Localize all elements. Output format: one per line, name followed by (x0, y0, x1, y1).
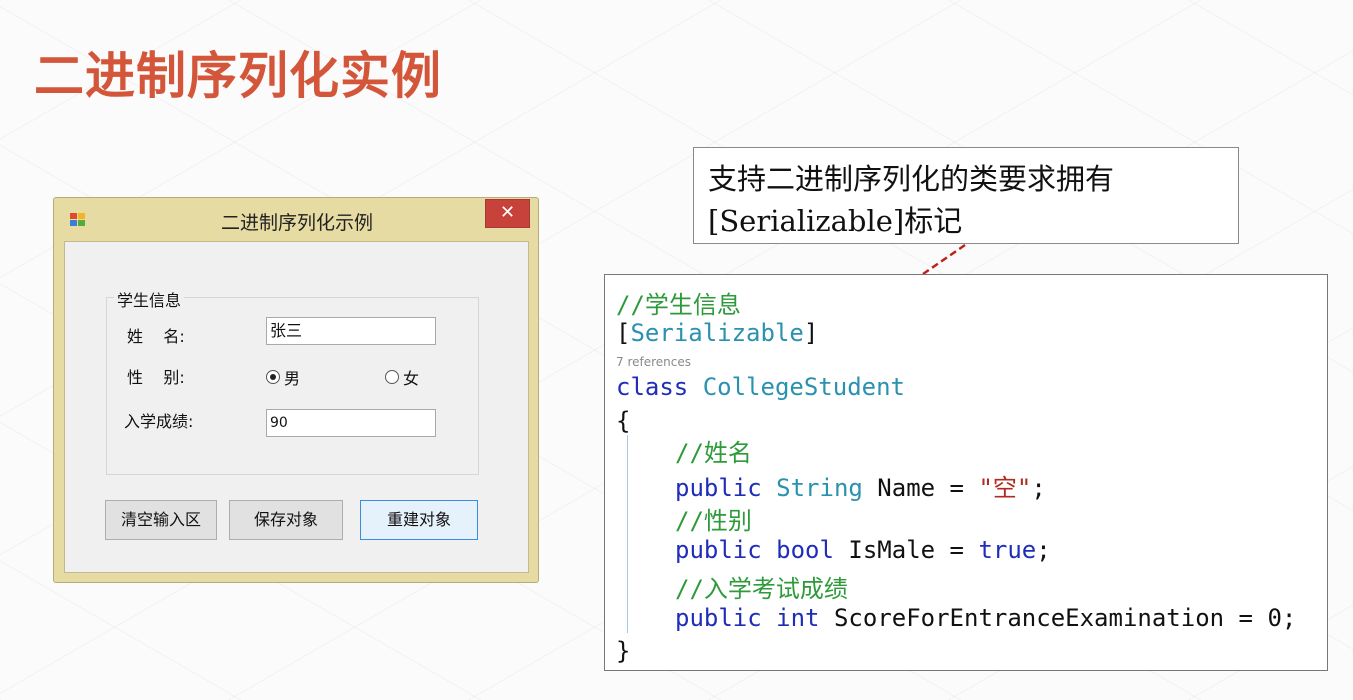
radio-male[interactable]: 男 (266, 365, 300, 389)
indent-guide (627, 435, 628, 633)
code-line-comment-gender: //性别 (675, 507, 752, 535)
serializable-callout: 支持二进制序列化的类要求拥有 [Serializable]标记 (693, 147, 1239, 244)
name-input[interactable]: 张三 (266, 317, 436, 345)
code-line-ismale-field: public bool IsMale = true; (675, 536, 1051, 564)
gender-label: 性 别: (127, 368, 185, 387)
callout-line-1: 支持二进制序列化的类要求拥有 (708, 162, 1115, 196)
code-line-attribute: [Serializable] (616, 319, 819, 347)
name-label: 姓 名: (127, 327, 185, 346)
code-line-score-field: public int ScoreForEntranceExamination =… (675, 604, 1297, 632)
radio-female[interactable]: 女 (385, 365, 419, 389)
code-line-comment-class: //学生信息 (616, 291, 741, 319)
save-object-button[interactable]: 保存对象 (229, 500, 343, 540)
form-window: 二进制序列化示例 ✕ 学生信息 姓 名: 张三 性 别: 男 女 入学成绩: 9… (53, 197, 539, 583)
groupbox-label: 学生信息 (114, 287, 185, 311)
code-line-class-decl: class CollegeStudent (616, 373, 905, 401)
code-line-name-field: public String Name = "空"; (675, 474, 1046, 502)
window-title: 二进制序列化示例 (220, 212, 373, 234)
code-line-comment-name: //姓名 (675, 439, 752, 467)
rebuild-object-button[interactable]: 重建对象 (360, 500, 478, 540)
radio-male-circle (266, 370, 280, 384)
code-line-brace-close: } (616, 637, 631, 665)
radio-male-label: 男 (284, 369, 301, 388)
clear-input-button[interactable]: 清空输入区 (105, 500, 217, 540)
score-label: 入学成绩: (124, 412, 194, 431)
radio-female-circle (385, 370, 399, 384)
code-line-brace-open: { (616, 407, 631, 435)
codelens-references[interactable]: 7 references (616, 355, 691, 369)
code-panel: //学生信息 [Serializable] 7 references class… (604, 274, 1328, 671)
code-line-comment-score: //入学考试成绩 (675, 575, 848, 603)
radio-female-label: 女 (403, 369, 420, 388)
slide-title: 二进制序列化实例 (34, 47, 442, 105)
score-input[interactable]: 90 (266, 409, 436, 437)
window-client-area: 学生信息 姓 名: 张三 性 别: 男 女 入学成绩: 90 清空输入区 保存对… (64, 241, 529, 573)
callout-line-2: [Serializable]标记 (708, 204, 963, 238)
close-button[interactable]: ✕ (485, 199, 530, 228)
